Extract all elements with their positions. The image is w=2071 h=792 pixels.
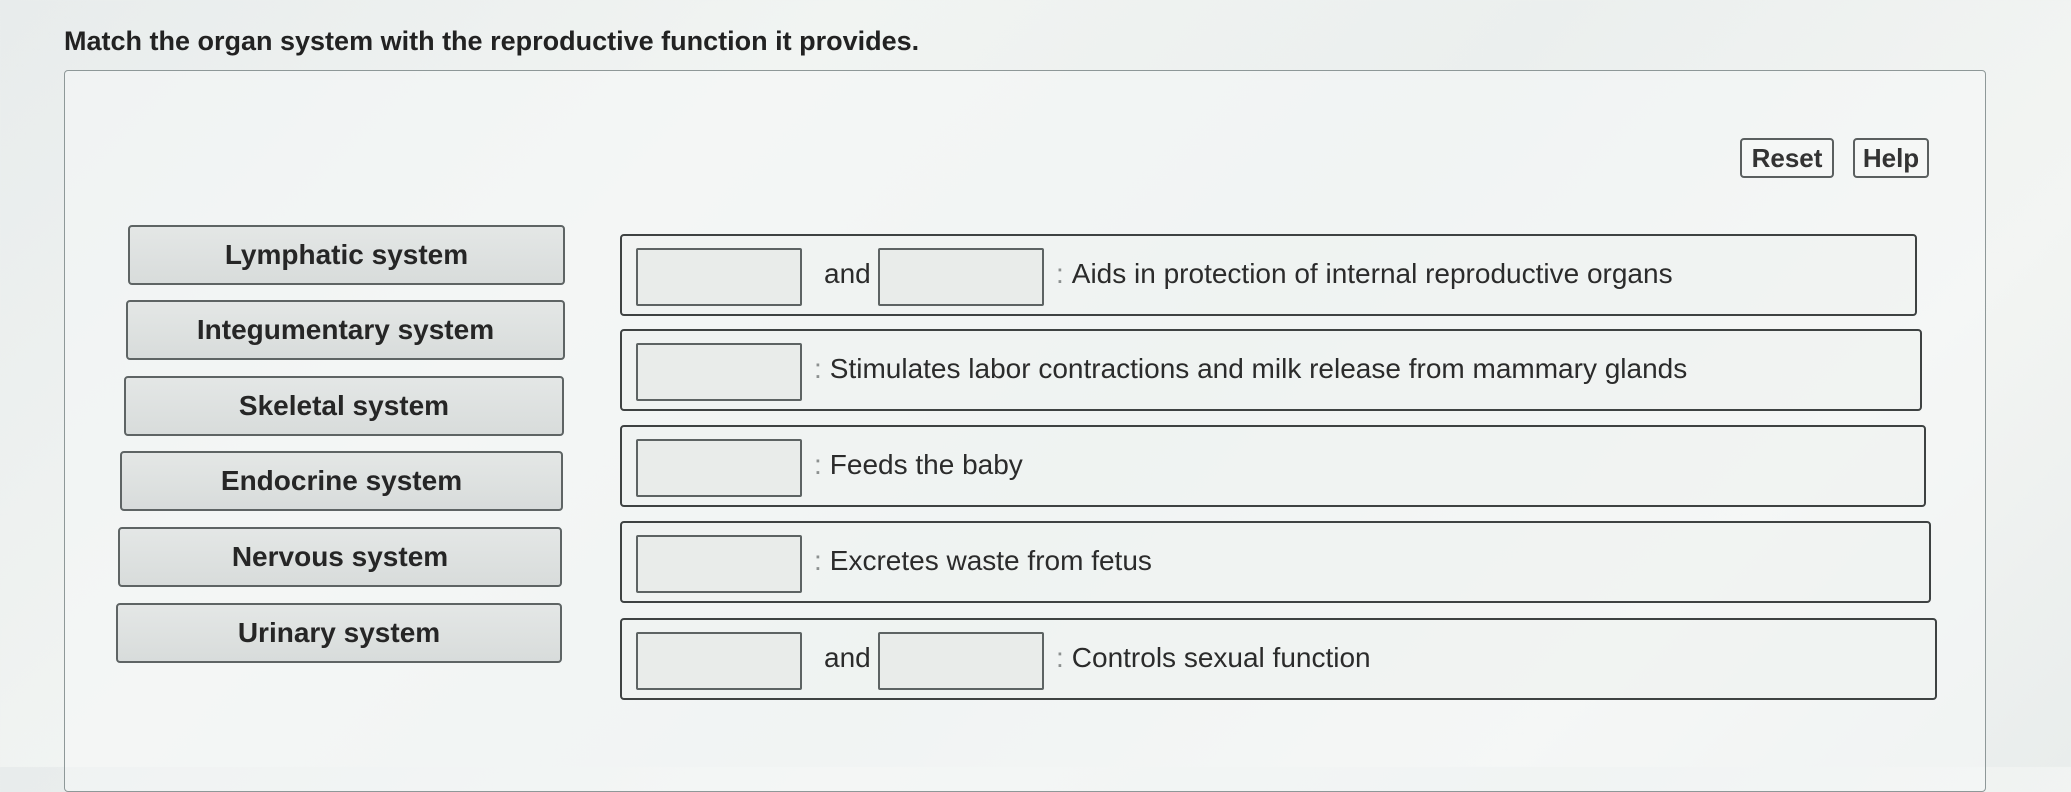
colon-5: :	[1056, 642, 1064, 673]
target-row-4: : Excretes waste from fetus	[620, 521, 1931, 603]
description-1: Aids in protection of internal reproduct…	[1071, 258, 1673, 289]
drop-zone-1a[interactable]	[636, 248, 802, 306]
colon-2: :	[814, 353, 822, 384]
drop-zone-4[interactable]	[636, 535, 802, 593]
description-3-wrap: : Feeds the baby	[814, 449, 1023, 481]
description-3: Feeds the baby	[829, 449, 1023, 480]
drop-zone-5a[interactable]	[636, 632, 802, 690]
description-5: Controls sexual function	[1071, 642, 1371, 673]
target-row-2: : Stimulates labor contractions and milk …	[620, 329, 1922, 411]
reset-button[interactable]: Reset	[1740, 138, 1834, 178]
description-5-wrap: : Controls sexual function	[1056, 642, 1371, 674]
description-4-wrap: : Excretes waste from fetus	[814, 545, 1152, 577]
colon-1: :	[1056, 258, 1064, 289]
term-urinary-system[interactable]: Urinary system	[116, 603, 562, 663]
target-row-1: and : Aids in protection of internal repr…	[620, 234, 1917, 316]
colon-3: :	[814, 449, 822, 480]
drop-zone-5b[interactable]	[878, 632, 1044, 690]
colon-4: :	[814, 545, 822, 576]
term-skeletal-system[interactable]: Skeletal system	[124, 376, 564, 436]
description-2-wrap: : Stimulates labor contractions and milk …	[814, 353, 1687, 385]
term-integumentary-system[interactable]: Integumentary system	[126, 300, 565, 360]
question-text: Match the organ system with the reproduc…	[64, 26, 920, 56]
connector-and-5: and	[824, 642, 871, 673]
help-button[interactable]: Help	[1853, 138, 1929, 178]
drop-zone-1b[interactable]	[878, 248, 1044, 306]
term-nervous-system[interactable]: Nervous system	[118, 527, 562, 587]
target-row-3: : Feeds the baby	[620, 425, 1926, 507]
term-lymphatic-system[interactable]: Lymphatic system	[128, 225, 565, 285]
drop-zone-3[interactable]	[636, 439, 802, 497]
drop-zone-2[interactable]	[636, 343, 802, 401]
target-row-5: and : Controls sexual function	[620, 618, 1937, 700]
term-endocrine-system[interactable]: Endocrine system	[120, 451, 563, 511]
description-1-wrap: : Aids in protection of internal reproduc…	[1056, 258, 1673, 290]
description-4: Excretes waste from fetus	[829, 545, 1152, 576]
description-2: Stimulates labor contractions and milk r…	[829, 353, 1688, 384]
connector-and-1: and	[824, 258, 871, 289]
